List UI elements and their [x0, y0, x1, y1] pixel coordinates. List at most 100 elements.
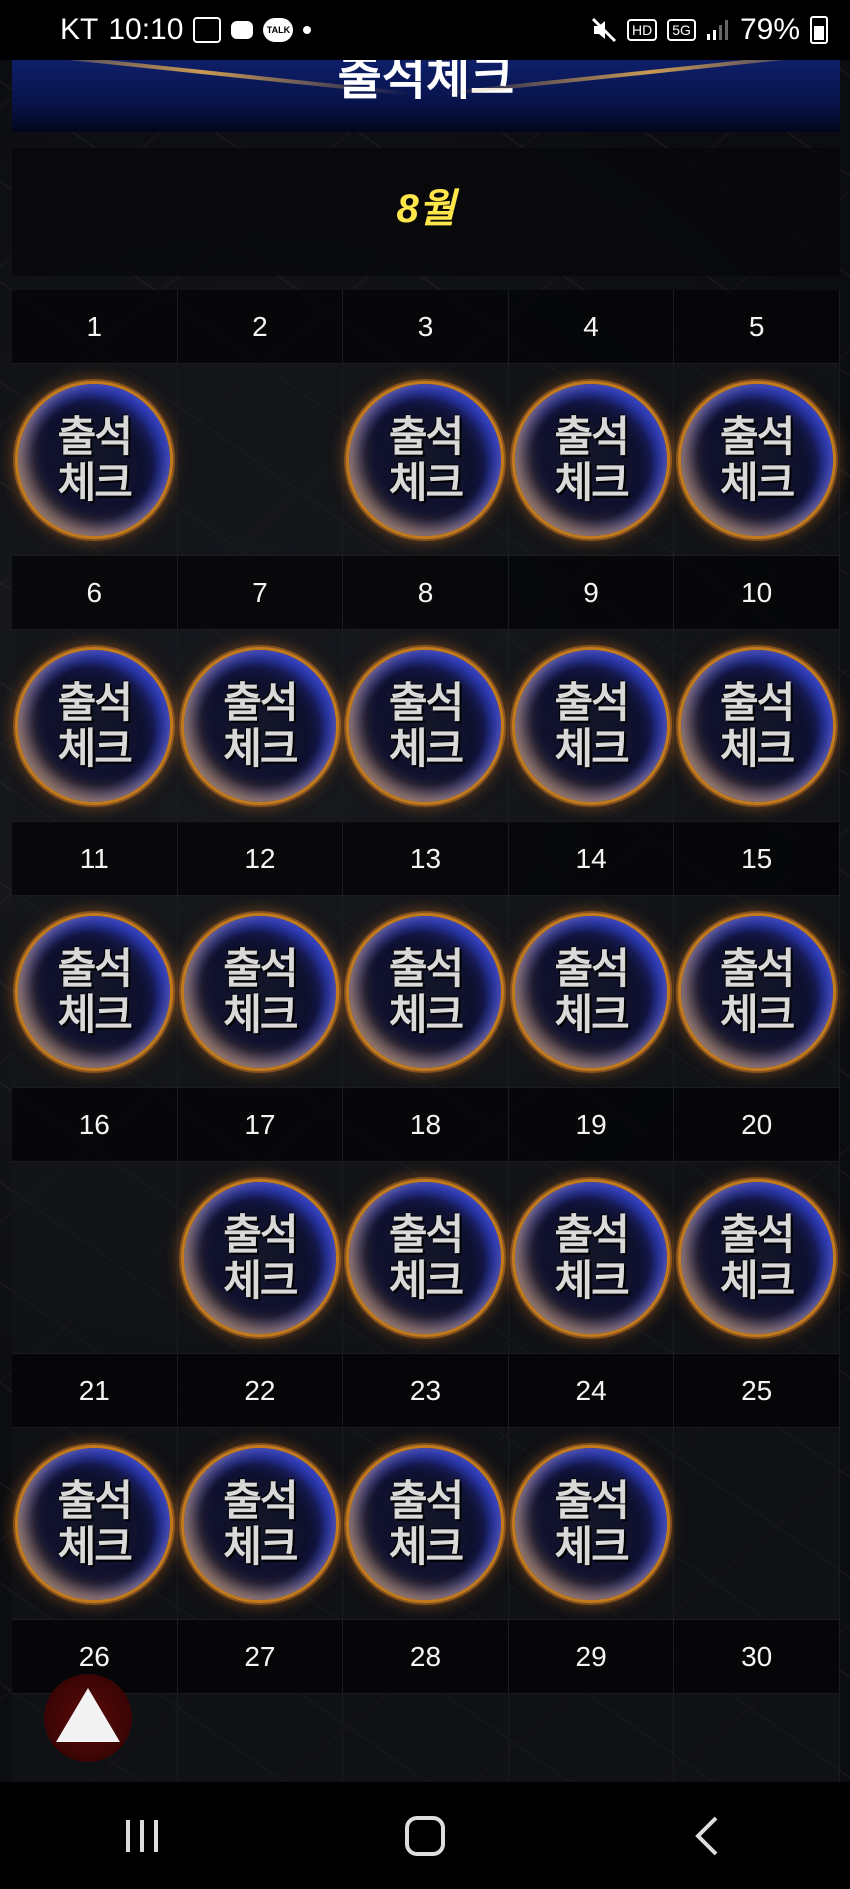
- scroll-top-button[interactable]: [44, 1674, 132, 1762]
- stamp-label-line1: 출석: [388, 1209, 464, 1259]
- week-day-numbers-row: 6 7 8 9 10: [12, 556, 840, 630]
- stamp-label-line1: 출석: [388, 677, 464, 727]
- day-number: 7: [177, 556, 344, 630]
- stamp-label-line2: 체크: [554, 1255, 629, 1305]
- carrier-label: KT: [60, 13, 99, 46]
- stamp-label-line2: 체크: [223, 989, 298, 1039]
- stamp-label-line1: 출석: [554, 943, 629, 993]
- stamp-label-line2: 체크: [720, 989, 795, 1039]
- day-number: 16: [12, 1088, 178, 1162]
- day-cell: [674, 1694, 840, 1782]
- home-button[interactable]: [365, 1796, 485, 1876]
- attendance-stamp-icon: 출석 체크: [515, 383, 668, 536]
- day-cell: 출석 체크: [343, 1162, 509, 1354]
- stamp-label-line1: 출석: [554, 677, 629, 727]
- stamp-label-line1: 출석: [388, 943, 464, 993]
- week-stamps-row: 출석 체크 출석 체크 출석 체크 출석 체크 출석 체크: [12, 896, 840, 1088]
- attendance-stamp-icon: 출석 체크: [349, 1181, 502, 1334]
- week-day-numbers-row: 21 22 23 24 25: [12, 1354, 840, 1428]
- week-day-numbers-row: 16 17 18 19 20: [12, 1088, 840, 1162]
- stamp-label-line1: 출석: [223, 677, 298, 727]
- attendance-stamp-icon: 출석 체크: [680, 915, 833, 1068]
- stamp-label-line2: 체크: [720, 1255, 795, 1305]
- status-bar: KT 10:10 TALK HD 5G 79%: [0, 0, 850, 60]
- attendance-stamp-icon: 출석 체크: [183, 649, 336, 802]
- message-icon: [231, 15, 254, 45]
- attendance-stamp-icon: 출석 체크: [349, 915, 502, 1068]
- stamp-label-line1: 출석: [57, 411, 133, 461]
- day-cell: 출석 체크: [508, 1428, 675, 1620]
- stamp-label-line1: 출석: [223, 943, 298, 993]
- attendance-stamp-icon: 출석 체크: [18, 1447, 171, 1600]
- day-cell: 출석 체크: [343, 364, 509, 556]
- stamp-label-line2: 체크: [57, 989, 133, 1039]
- attendance-page: 출석체크 8월 1 2 3 4 5 출석 체크 출석 체크 출석 체크 출석 체크 6 7 8 9 10 출석 체크 출…: [0, 60, 850, 1782]
- week-day-numbers-row: 12345: [12, 290, 840, 364]
- stamp-label-line1: 출석: [554, 1475, 629, 1525]
- day-number: 20: [674, 1088, 840, 1162]
- stamp-label-line1: 출석: [57, 677, 133, 727]
- day-number: 8: [343, 556, 509, 630]
- stamp-label-line2: 체크: [388, 457, 464, 507]
- week-day-numbers-row: 26 27 28 29 30: [12, 1620, 840, 1694]
- attendance-stamp-icon: 출석 체크: [515, 1181, 668, 1334]
- attendance-calendar: 1 2 3 4 5 출석 체크 출석 체크 출석 체크 출석 체크 6 7 8 9 10 출석 체크 출석 체크 출석 체크 출…: [12, 290, 840, 1782]
- stamp-label-line1: 출석: [388, 411, 464, 461]
- clock: 10:10: [108, 13, 184, 46]
- stamp-label-line1: 출석: [57, 943, 133, 993]
- day-number: 19: [508, 1088, 675, 1162]
- day-cell: 출석 체크: [508, 630, 675, 822]
- stamp-label-line2: 체크: [388, 989, 464, 1039]
- day-number: 24: [508, 1354, 675, 1428]
- attendance-stamp-icon: 출석 체크: [680, 649, 833, 802]
- back-button[interactable]: [648, 1796, 768, 1876]
- week-stamps-row: [12, 1694, 840, 1782]
- day-number: 1: [12, 290, 178, 364]
- gallery-icon: [193, 15, 222, 45]
- attendance-stamp-icon: 출석 체크: [18, 383, 171, 536]
- stamp-label-line1: 출석: [388, 1475, 464, 1525]
- attendance-stamp-icon: 출석 체크: [349, 383, 502, 536]
- day-cell: 출석 체크: [674, 364, 840, 556]
- day-number: 22: [177, 1354, 344, 1428]
- day-cell: 출석 체크: [177, 1428, 344, 1620]
- day-cell: 출석 체크: [674, 1162, 840, 1354]
- attendance-stamp-icon: 출석 체크: [183, 915, 336, 1068]
- day-number: 9: [508, 556, 675, 630]
- stamp-label-line1: 출석: [554, 1209, 629, 1259]
- stamp-label-line2: 체크: [388, 1521, 464, 1571]
- day-number: 12: [177, 822, 344, 896]
- stamp-label-line2: 체크: [554, 723, 629, 773]
- stamp-label-line2: 체크: [57, 723, 133, 773]
- stamp-label-line2: 체크: [223, 1255, 298, 1305]
- kakaotalk-icon: TALK: [263, 15, 294, 45]
- stamp-label-line2: 체크: [554, 457, 629, 507]
- day-cell: 출석 체크: [343, 1428, 509, 1620]
- attendance-stamp-icon: 출석 체크: [515, 1447, 668, 1600]
- day-number: 2: [177, 290, 344, 364]
- day-cell: 출석 체크: [177, 1162, 344, 1354]
- day-cell: [177, 364, 344, 556]
- week-day-numbers-row: 11 12 13 14 15: [12, 822, 840, 896]
- attendance-stamp-icon: 출석 체크: [183, 1447, 336, 1600]
- home-icon: [404, 1815, 445, 1856]
- triangle-up-icon: [56, 1688, 120, 1742]
- attendance-stamp-icon: 출석 체크: [680, 383, 833, 536]
- stamp-label-line2: 체크: [223, 723, 298, 773]
- day-cell: 출석 체크: [674, 630, 840, 822]
- stamp-label-line2: 체크: [720, 723, 795, 773]
- attendance-stamp-icon: 출석 체크: [18, 915, 171, 1068]
- week-stamps-row: 출석 체크 출석 체크 출석 체크 출석 체크: [12, 364, 840, 556]
- day-cell: [12, 1162, 178, 1354]
- recents-button[interactable]: [82, 1796, 202, 1876]
- navigation-bar: [0, 1782, 850, 1889]
- stamp-label-line1: 출석: [720, 1209, 795, 1259]
- month-label: 8월: [396, 187, 456, 231]
- attendance-stamp-icon: 출석 체크: [680, 1181, 833, 1334]
- attendance-stamp-icon: 출석 체크: [515, 915, 668, 1068]
- day-number: 14: [508, 822, 675, 896]
- day-cell: 출석 체크: [508, 896, 675, 1088]
- day-number: 6: [12, 556, 178, 630]
- week-stamps-row: 출석 체크 출석 체크 출석 체크 출석 체크 출석 체크: [12, 630, 840, 822]
- day-number: 11: [12, 822, 178, 896]
